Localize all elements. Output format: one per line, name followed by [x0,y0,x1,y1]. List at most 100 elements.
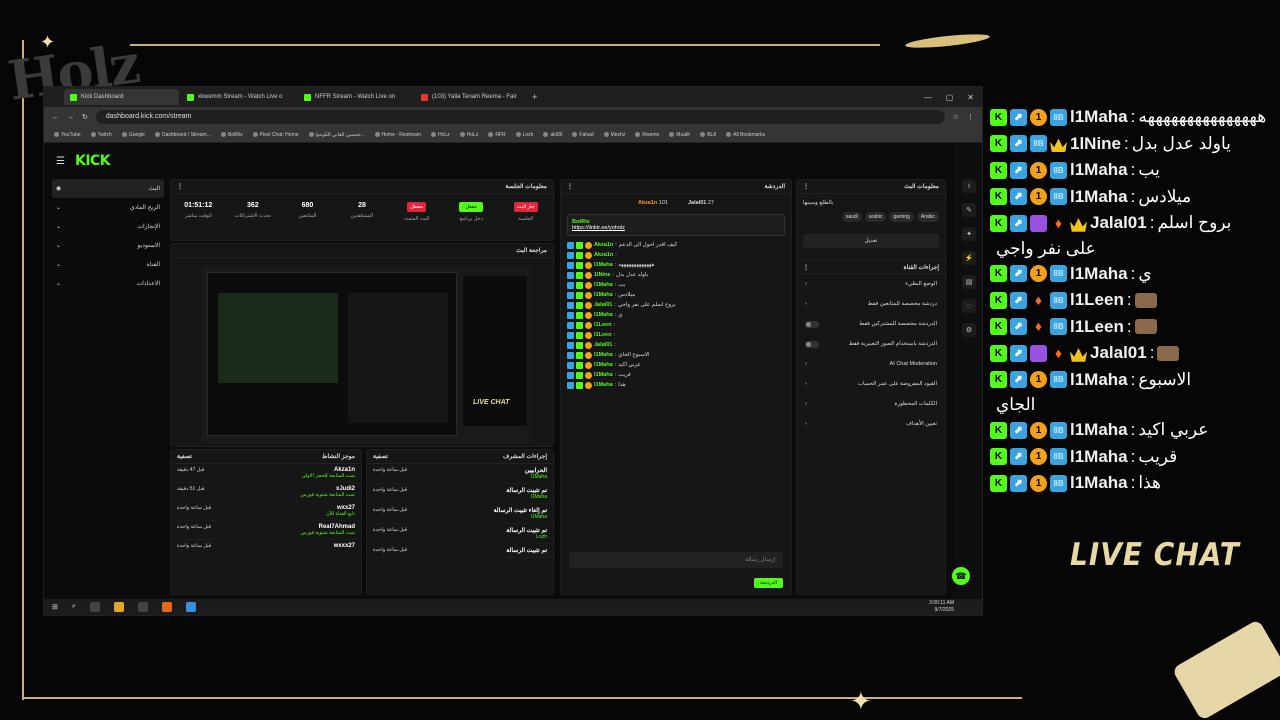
chat-icon[interactable]: ◌ [962,299,976,313]
info-icon[interactable]: i [962,179,976,193]
chrome-icon[interactable] [185,602,196,612]
minimize-button[interactable]: — [924,93,932,102]
chat-menu-icon[interactable]: ⋮ [567,183,573,190]
url-field[interactable]: dashboard.kick.com/stream [95,110,945,124]
tool-icon[interactable]: ✦ [962,227,976,241]
session-toggle[interactable]: معطل البث المتعدد [396,202,438,222]
bookmark-star-icon[interactable]: ☆ [953,113,959,121]
stream-tag[interactable]: gaming [889,212,914,222]
channel-action[interactable]: › الكلمات المحظورة [797,394,945,414]
search-icon[interactable]: ⌕ [72,603,76,611]
chat-username[interactable]: l1Maha [594,292,613,298]
bookmark-item[interactable]: Fahad [572,132,594,138]
bookmark-item[interactable]: Google [121,132,145,138]
chat-username[interactable]: l1Maha [594,382,613,388]
mod-filter[interactable]: تصفية [373,453,388,460]
chat-username[interactable]: l1Maha [594,312,613,318]
tab-stream-2[interactable]: NFFR Stream - Watch Live on [298,89,413,105]
bookmark-item[interactable]: Meshz [603,132,625,138]
chat-username[interactable]: l1Maha [594,372,613,378]
chat-username[interactable]: l1Maha [594,282,613,288]
sidebar-item[interactable]: ⌄ الاستوديو [52,236,164,255]
bookmark-item[interactable]: All Bookmarks [726,132,765,138]
channel-action[interactable]: › الوضع البطيء [797,274,945,294]
chat-username[interactable]: l1Maha [594,352,613,358]
forward-icon[interactable]: → [67,114,74,121]
bookmark-icon [308,131,314,137]
menu-icon[interactable]: ⋮ [967,113,974,121]
tab-kick-dashboard[interactable]: Kick Dashboard [64,89,179,105]
chat-username[interactable]: Jalal01 [594,302,612,308]
session-toggle[interactable]: جار البث الجلسة [505,202,547,222]
tab-youtube[interactable]: (103) Yalla Tenam Reema - Fair [415,89,530,105]
toggle-switch[interactable] [805,340,819,348]
chat-username[interactable]: l1Maha [594,362,613,368]
sidebar-item[interactable]: ⌄ القناة [52,255,164,274]
pinned-link[interactable]: https://linktr.ee/yoholz [572,225,780,231]
sidebar-item[interactable]: ⌄ الإنجازات [52,217,164,236]
chat-username[interactable]: l1Leen [594,322,611,328]
channel-action[interactable]: › القيود المفروضة على عمر الحساب [797,374,945,394]
wrench-icon[interactable]: ⚙ [962,323,976,337]
bookmark-item[interactable]: BL8 [700,132,716,138]
tab-stream-1[interactable]: xkwemm Stream - Watch Live o [181,89,296,105]
chat-username[interactable]: Akza1n [594,242,613,248]
stream-tag[interactable]: saudi [841,212,862,222]
doc-icon[interactable]: ▤ [962,275,976,289]
bookmark-item[interactable]: YouTube [54,132,81,138]
chat-username[interactable]: l1Maha [594,262,613,268]
channel-action[interactable]: الدردشة باستخدام الصور التعبيرية فقط [797,334,945,354]
bookmark-item[interactable]: Twitch [90,132,112,138]
sidebar-item[interactable]: ⌄ الربح المادي [52,198,164,217]
windows-start-icon[interactable]: ⊞ [52,603,58,611]
chat-input[interactable]: إرسال رسالة [569,552,783,568]
bolt-icon[interactable]: ⚡ [962,251,976,265]
close-button[interactable]: ✕ [967,93,974,102]
sidebar-item[interactable]: ⌄ الاعدادات [52,274,164,293]
activity-filter[interactable]: تصفية [177,453,192,460]
bookmark-item[interactable]: Dashboard / Stream... [154,132,211,138]
chat-username[interactable]: Jalal01 [594,342,612,348]
bookmark-item[interactable]: ak90l [543,132,562,138]
sidebar-item[interactable]: ◉ البث [52,179,164,198]
bookmark-item[interactable]: Pixel Chat: Home [252,132,299,138]
chat-username[interactable]: l1Leen [594,332,611,338]
stream-tag[interactable]: arabic [864,212,887,222]
edit-stream-button[interactable]: تعديل [803,234,939,248]
channel-action[interactable]: › دردشة مخصصة للمتابعين فقط [797,294,945,314]
panel-menu-icon[interactable]: ⋮ [177,183,183,190]
app-icon[interactable] [89,602,100,612]
channel-action[interactable]: › AI Chat Moderation [797,354,945,374]
chat-username[interactable]: 1lNine [594,272,611,278]
new-tab-button[interactable]: + [532,92,537,102]
stream-title: بالطلع وسينها [803,200,834,206]
support-icon[interactable]: ☎ [952,567,970,585]
bookmark-item[interactable]: NFR [488,132,506,138]
bookmark-item[interactable]: Muath [669,132,690,138]
session-toggle[interactable]: مفعل دخل برنامج [450,202,492,222]
bookmark-item[interactable]: HoLz [459,132,478,138]
actions-menu-icon[interactable]: ⋮ [803,264,809,271]
chat-username[interactable]: Akza1n [594,252,613,258]
app-icon[interactable] [137,602,148,612]
bookmark-item[interactable]: HoLz [430,132,450,138]
back-icon[interactable]: ← [52,114,59,121]
toggle-switch[interactable] [805,320,819,328]
hamburger-icon[interactable]: ☰ [56,156,65,167]
reload-icon[interactable]: ↻ [82,113,88,121]
send-chat-button[interactable]: الدردشة [753,578,783,588]
edit-icon[interactable]: ✎ [962,203,976,217]
maximize-button[interactable]: ▢ [946,93,954,102]
bookmark-item[interactable]: تحسين القاني الكونتوا... [308,131,365,138]
channel-action[interactable]: › تعيين الأهداف [797,414,945,434]
folder-icon[interactable] [113,602,124,612]
bookmark-item[interactable]: Rwemn [635,132,659,138]
bookmark-item[interactable]: BotRix [220,132,243,138]
stream-tag[interactable]: Arabic [916,212,939,222]
firefox-icon[interactable] [161,602,172,612]
bookmark-item[interactable]: Home - Restream [374,132,421,138]
kick-logo[interactable]: KICK [75,153,111,169]
bookmark-item[interactable]: Lozh [515,132,533,138]
info-menu-icon[interactable]: ⋮ [803,183,809,190]
channel-action[interactable]: الدردشة مخصصة للمشتركين فقط [797,314,945,334]
